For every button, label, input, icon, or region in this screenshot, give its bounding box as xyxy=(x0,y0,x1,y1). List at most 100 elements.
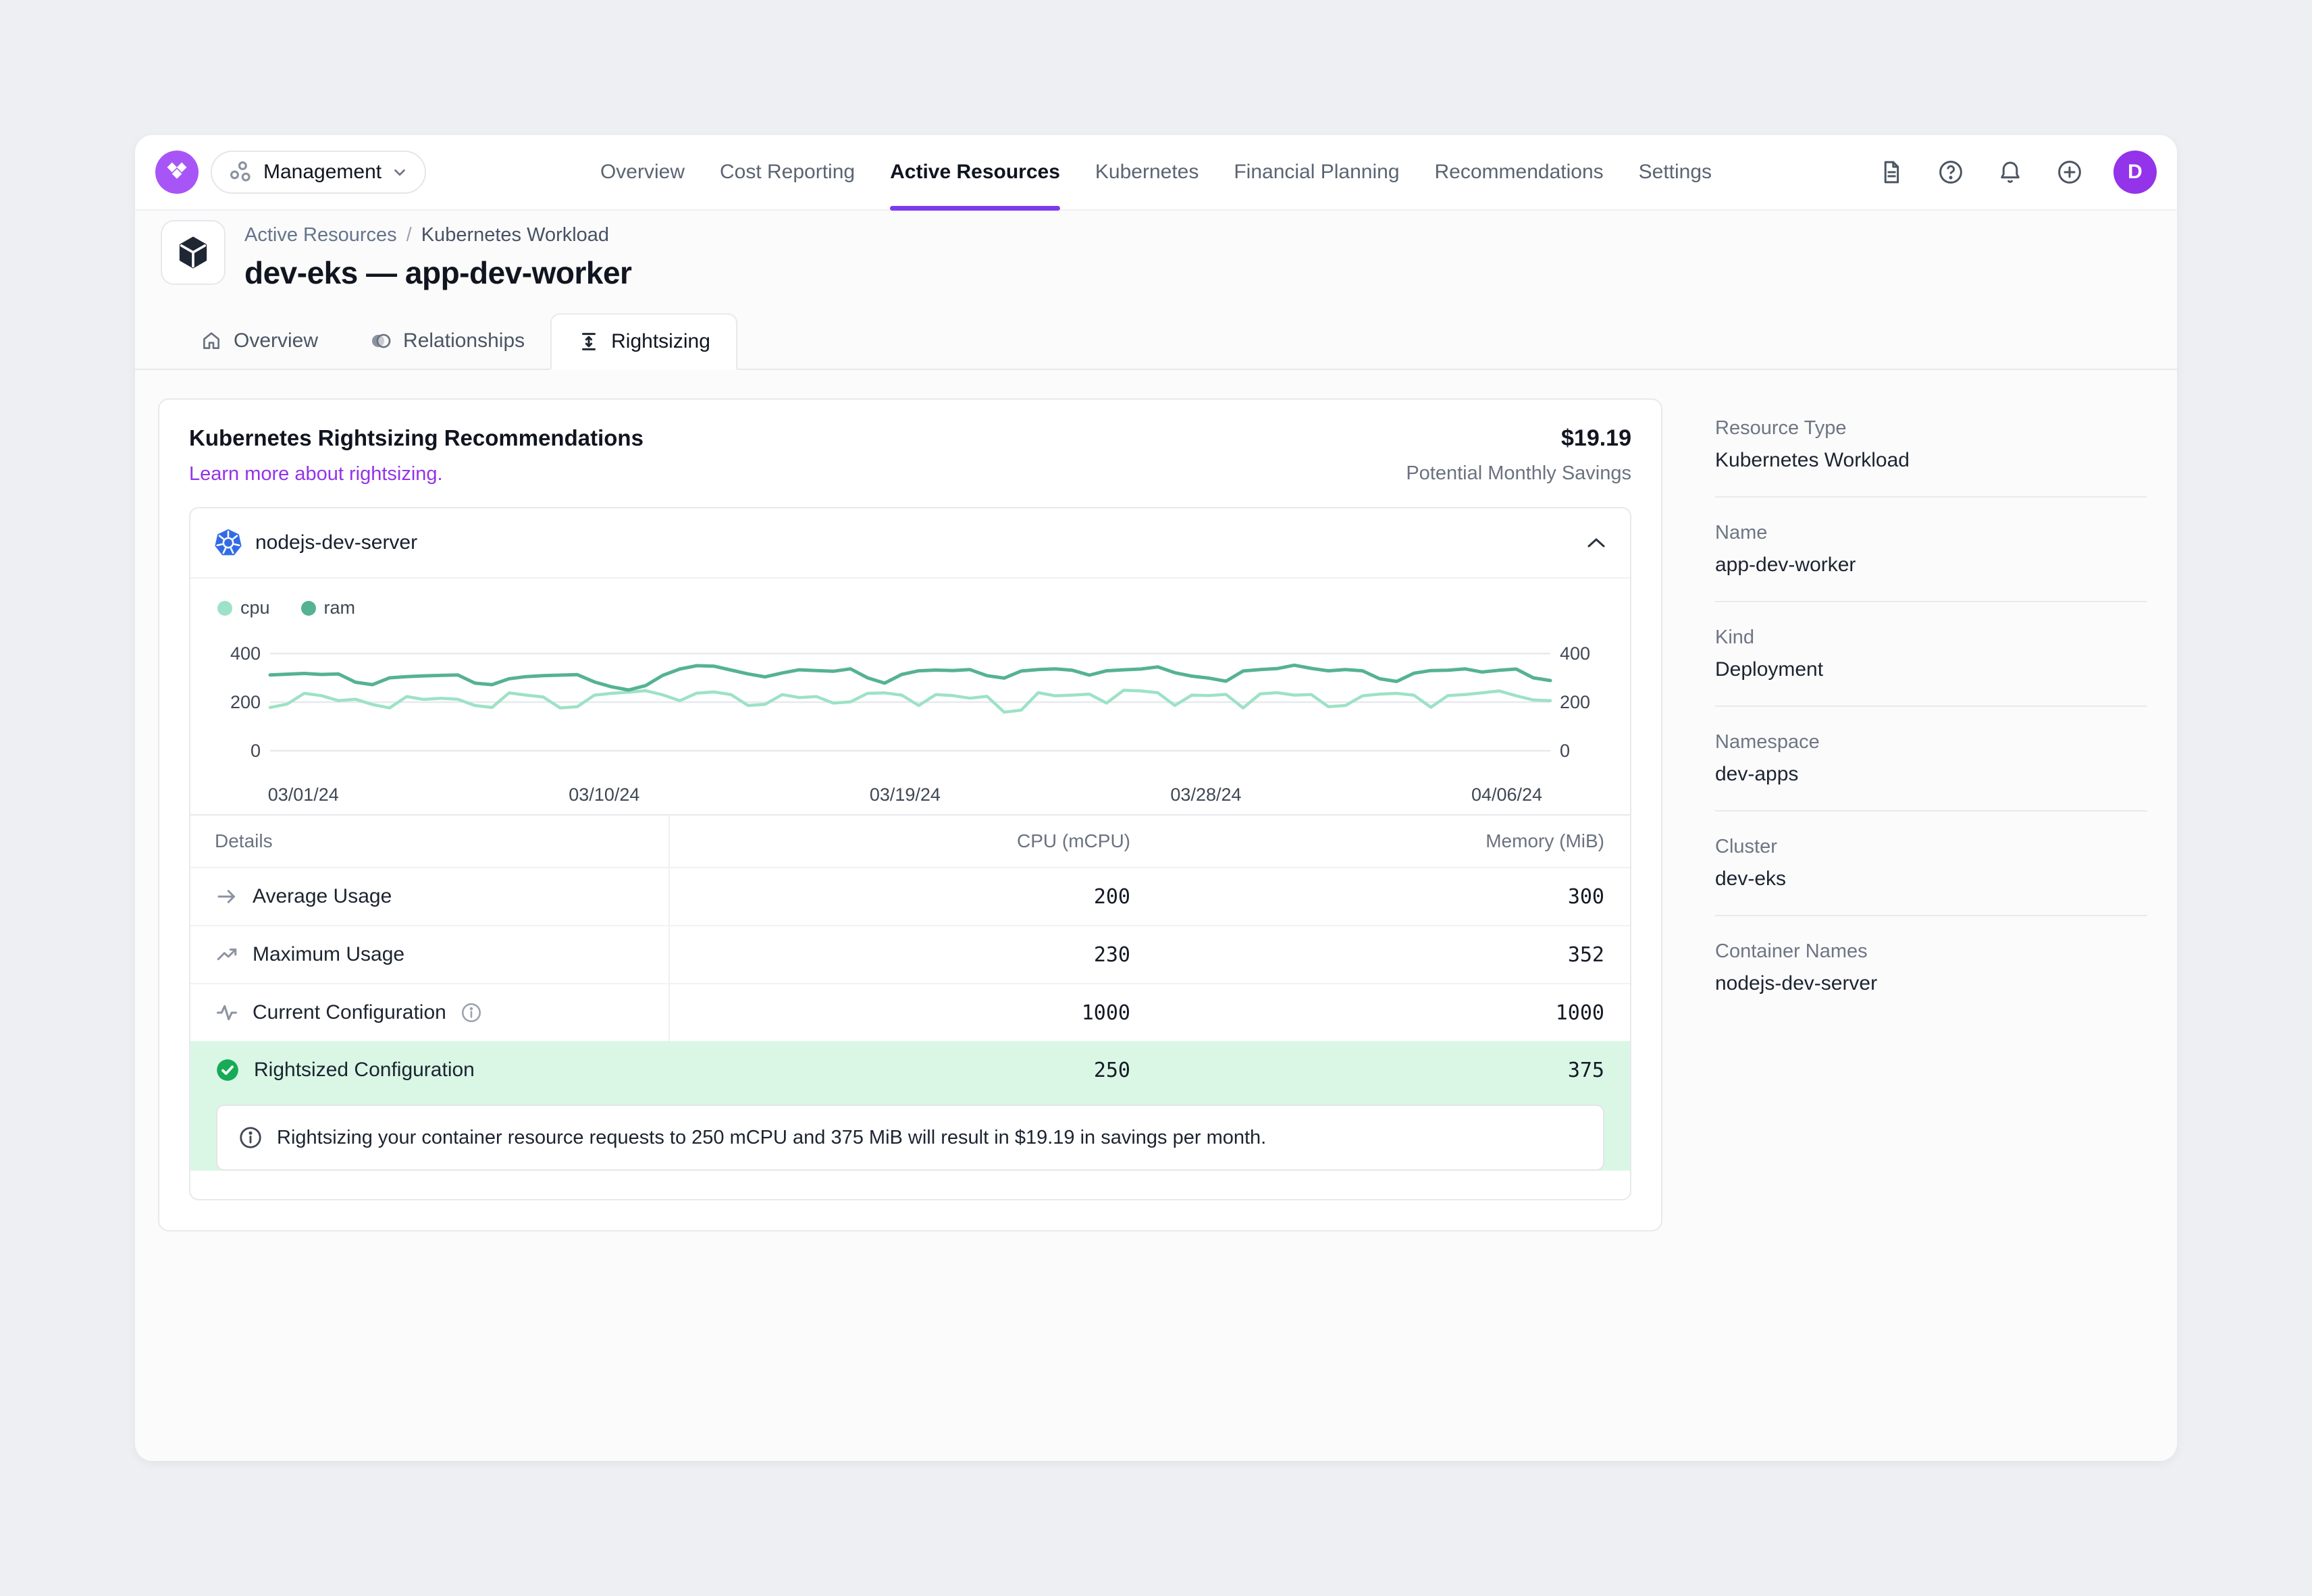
divider xyxy=(1715,915,2147,916)
field-container-names: Container Names nodejs-dev-server xyxy=(1715,940,2147,995)
card-title: Kubernetes Rightsizing Recommendations xyxy=(189,425,643,451)
table-header-row: Details CPU (mCPU) Memory (MiB) xyxy=(190,816,1630,867)
container-panel: nodejs-dev-server cpu xyxy=(189,507,1631,1200)
chart-legend: cpu ram xyxy=(190,597,1630,618)
page-header: Active Resources / Kubernetes Workload d… xyxy=(161,220,631,291)
ram-legend-dot xyxy=(301,601,316,616)
legend-cpu[interactable]: cpu xyxy=(217,597,270,618)
field-value: Kubernetes Workload xyxy=(1715,449,2147,472)
avatar-initial: D xyxy=(2128,161,2143,184)
help-icon xyxy=(1937,158,1965,186)
table-row-current-configuration: Current Configuration 1000 1000 xyxy=(190,983,1630,1041)
row-label: Average Usage xyxy=(253,885,392,908)
tab-relationships[interactable]: Relationships xyxy=(344,313,550,369)
field-resource-type: Resource Type Kubernetes Workload xyxy=(1715,417,2147,472)
savings-summary: $19.19 Potential Monthly Savings xyxy=(1406,425,1631,485)
workspace-selector[interactable]: Management xyxy=(211,151,426,194)
cpu-legend-dot xyxy=(217,601,232,616)
nav-active-resources[interactable]: Active Resources xyxy=(890,135,1060,209)
rightsized-memory-value: 375 xyxy=(1130,1041,1630,1099)
info-icon xyxy=(238,1125,263,1150)
x-tick-3: 03/19/24 xyxy=(870,784,941,805)
page-title: dev-eks — app-dev-worker xyxy=(244,255,631,291)
plus-circle-icon xyxy=(2055,158,2084,186)
rightsized-cpu-value: 250 xyxy=(670,1041,1130,1099)
nav-kubernetes[interactable]: Kubernetes xyxy=(1095,135,1199,209)
field-label: Cluster xyxy=(1715,836,2147,858)
breadcrumb-parent[interactable]: Active Resources xyxy=(244,224,397,246)
info-icon[interactable] xyxy=(460,1001,483,1024)
savings-amount: $19.19 xyxy=(1406,425,1631,452)
field-label: Kind xyxy=(1715,627,2147,649)
y-axis-left-400: 400 xyxy=(199,642,261,665)
home-icon xyxy=(200,329,223,352)
divider xyxy=(1715,810,2147,812)
chart-plot-area: 400 200 0 400 200 0 xyxy=(270,633,1550,768)
tab-overview[interactable]: Overview xyxy=(174,313,344,369)
table-row-maximum-usage: Maximum Usage 230 352 xyxy=(190,925,1630,983)
col-cpu: CPU (mCPU) xyxy=(670,816,1130,867)
field-value: nodejs-dev-server xyxy=(1715,972,2147,995)
active-nav-underline xyxy=(890,206,1060,211)
workspace-label: Management xyxy=(263,161,382,184)
card-header-left: Kubernetes Rightsizing Recommendations L… xyxy=(189,425,643,485)
rightsizing-icon xyxy=(577,330,600,353)
line-chart xyxy=(270,633,1550,768)
bell-icon xyxy=(1996,158,2024,186)
savings-note-text: Rightsizing your container resource requ… xyxy=(277,1127,1266,1149)
page-header-text: Active Resources / Kubernetes Workload d… xyxy=(244,220,631,291)
x-tick-5: 04/06/24 xyxy=(1471,784,1542,805)
nav-active-resources-label: Active Resources xyxy=(890,161,1060,184)
help-button[interactable] xyxy=(1935,157,1966,188)
nav-cost-reporting-label: Cost Reporting xyxy=(720,161,855,184)
rightsizing-card: Kubernetes Rightsizing Recommendations L… xyxy=(158,398,1662,1231)
brand-logo-icon xyxy=(163,159,190,186)
field-value: dev-eks xyxy=(1715,868,2147,890)
resource-details-sidebar: Resource Type Kubernetes Workload Name a… xyxy=(1715,417,2147,995)
learn-more-link[interactable]: Learn more about rightsizing. xyxy=(189,463,443,485)
legend-ram[interactable]: ram xyxy=(301,597,356,618)
nav-recommendations[interactable]: Recommendations xyxy=(1435,135,1604,209)
brand-logo[interactable] xyxy=(155,151,199,194)
resource-type-badge xyxy=(161,220,226,285)
notifications-button[interactable] xyxy=(1995,157,2026,188)
nav-settings-label: Settings xyxy=(1639,161,1712,184)
current-cpu-value: 1000 xyxy=(670,984,1130,1041)
container-panel-header[interactable]: nodejs-dev-server xyxy=(190,508,1630,579)
relationships-icon xyxy=(369,329,392,352)
app-window: Management Overview Cost Reporting Activ… xyxy=(135,135,2177,1461)
nav-cost-reporting[interactable]: Cost Reporting xyxy=(720,135,855,209)
nav-financial-planning[interactable]: Financial Planning xyxy=(1234,135,1399,209)
savings-note: Rightsizing your container resource requ… xyxy=(216,1105,1604,1171)
x-tick-2: 03/10/24 xyxy=(569,784,639,805)
nav-settings[interactable]: Settings xyxy=(1639,135,1712,209)
field-label: Name xyxy=(1715,522,2147,544)
x-axis-labels: 03/01/24 03/10/24 03/19/24 03/28/24 04/0… xyxy=(270,784,1550,810)
tab-rightsizing[interactable]: Rightsizing xyxy=(550,313,737,370)
user-avatar[interactable]: D xyxy=(2113,151,2157,194)
row-label: Current Configuration xyxy=(253,1001,446,1024)
top-icon-group: D xyxy=(1876,151,2157,194)
collapse-button[interactable] xyxy=(1585,536,1607,550)
divider xyxy=(1715,601,2147,602)
field-value: app-dev-worker xyxy=(1715,554,2147,577)
docs-button[interactable] xyxy=(1876,157,1907,188)
field-value: Deployment xyxy=(1715,658,2147,681)
savings-caption: Potential Monthly Savings xyxy=(1406,462,1631,485)
tab-relationships-label: Relationships xyxy=(403,329,525,352)
field-kind: Kind Deployment xyxy=(1715,627,2147,681)
field-label: Resource Type xyxy=(1715,417,2147,440)
add-button[interactable] xyxy=(2054,157,2085,188)
nav-financial-planning-label: Financial Planning xyxy=(1234,161,1399,184)
field-namespace: Namespace dev-apps xyxy=(1715,731,2147,786)
x-tick-1: 03/01/24 xyxy=(268,784,339,805)
field-name: Name app-dev-worker xyxy=(1715,522,2147,577)
nav-recommendations-label: Recommendations xyxy=(1435,161,1604,184)
nav-overview[interactable]: Overview xyxy=(600,135,685,209)
field-value: dev-apps xyxy=(1715,763,2147,786)
divider xyxy=(1715,706,2147,707)
container-name: nodejs-dev-server xyxy=(255,531,417,554)
field-label: Container Names xyxy=(1715,940,2147,963)
chevron-up-icon xyxy=(1585,536,1607,550)
table-row-average-usage: Average Usage 200 300 xyxy=(190,867,1630,925)
